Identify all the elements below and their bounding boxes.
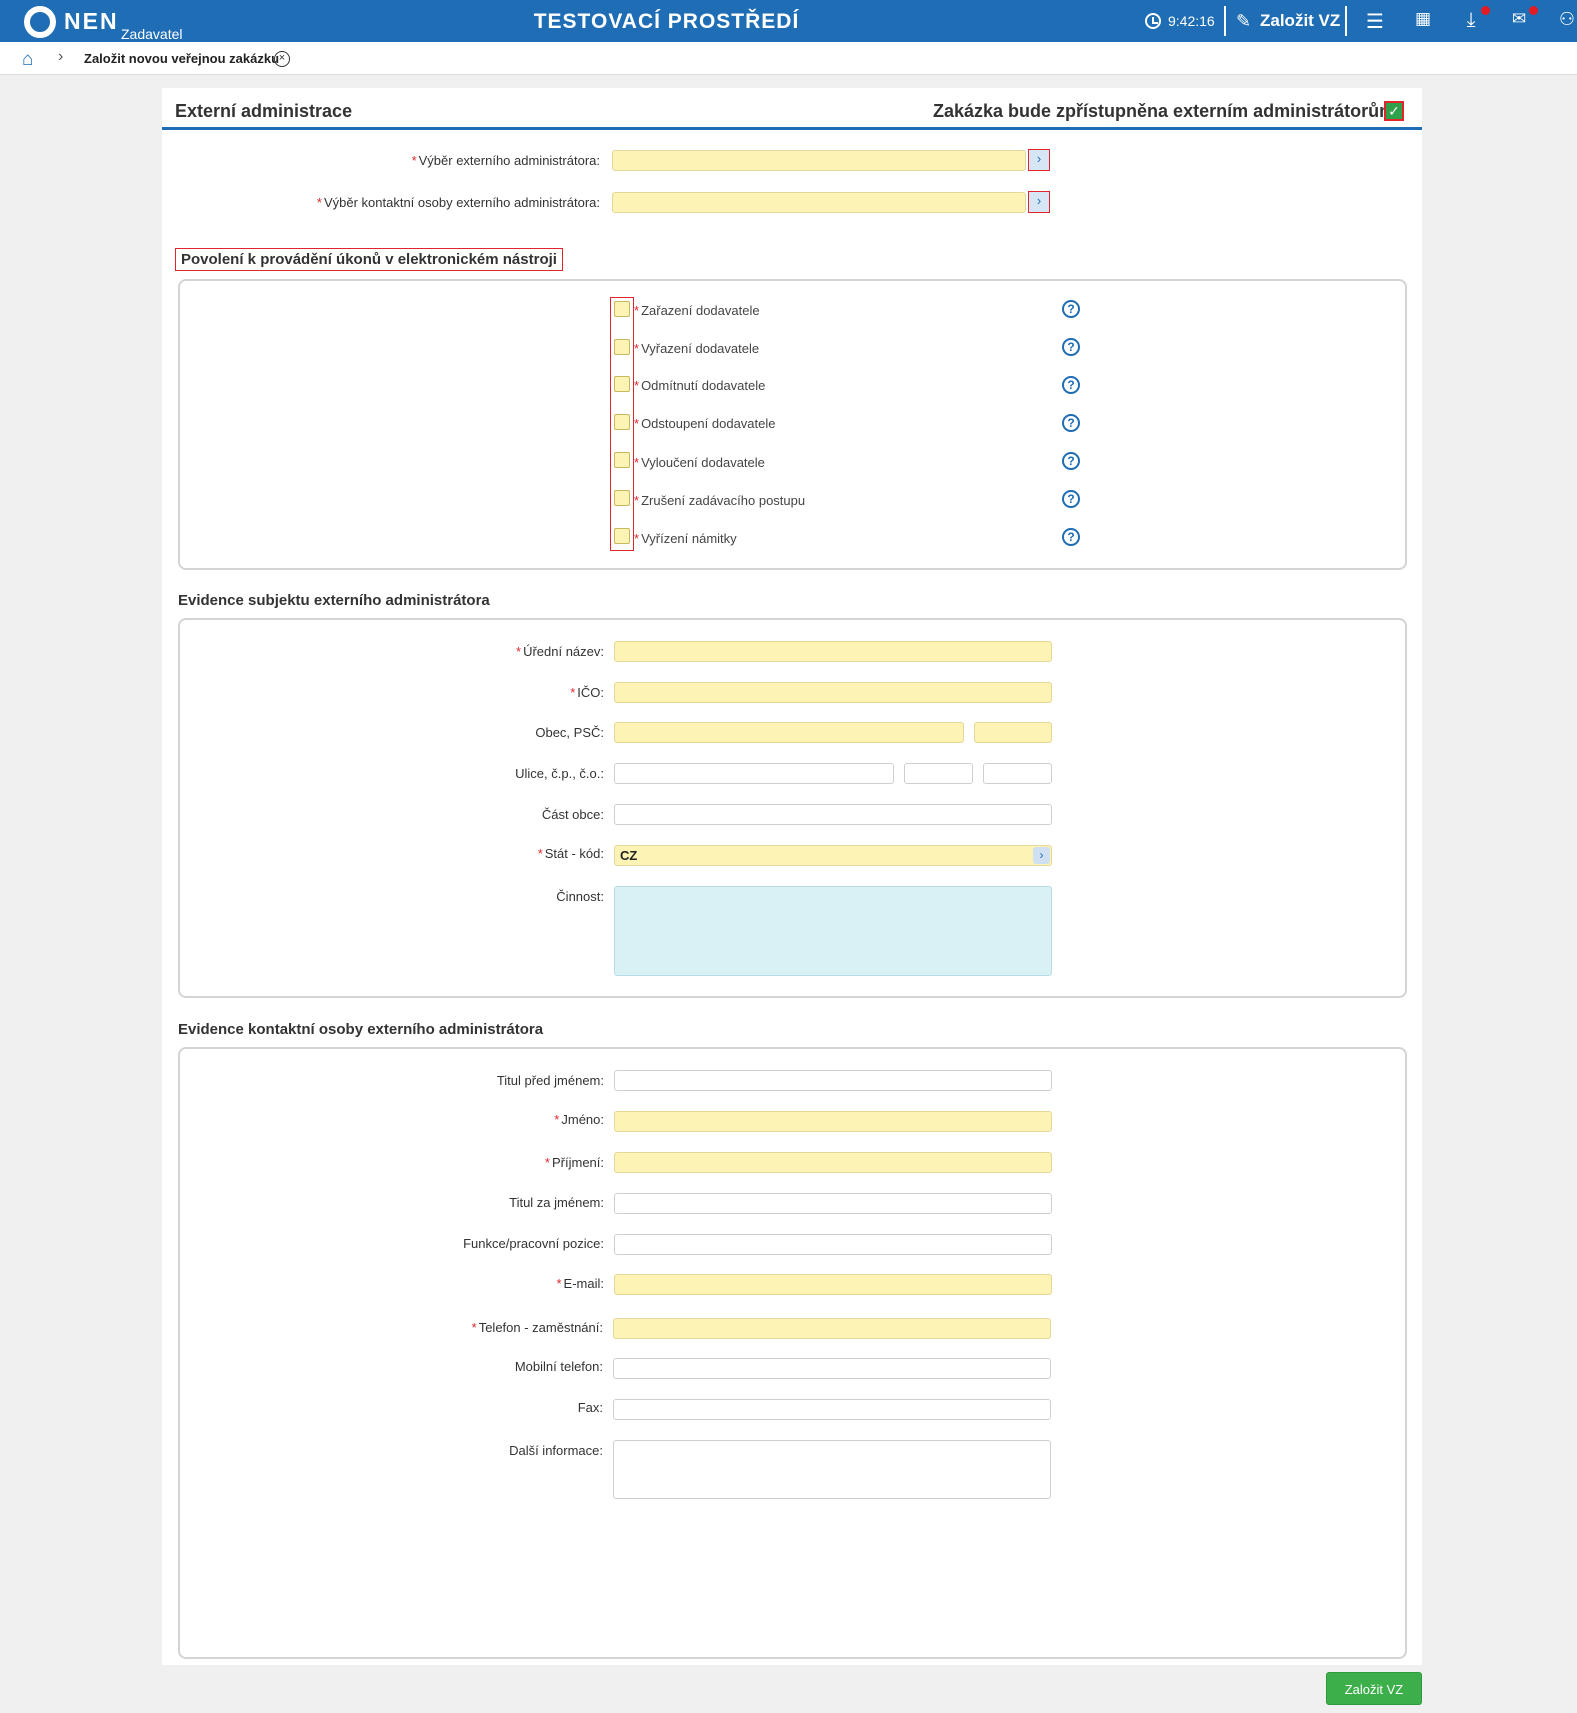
help-icon[interactable]: ? — [1062, 300, 1080, 318]
environment-title: TESTOVACÍ PROSTŘEDÍ — [533, 10, 800, 33]
official-name-label: * Úřední název: — [516, 644, 604, 659]
create-vz-submit-button[interactable]: Založit VZ — [1326, 1672, 1422, 1705]
last-name-label: * Příjmení: — [544, 1155, 604, 1170]
access-label: Zakázka bude zpřístupněna externím admin… — [933, 101, 1402, 121]
other-info-textarea[interactable] — [613, 1440, 1051, 1499]
permission-label: * Zrušení zadávacího postupu — [634, 493, 806, 508]
permission-label: * Zařazení dodavatele — [634, 303, 760, 318]
chevron-right-icon: › — [58, 48, 64, 65]
contact-box — [178, 1047, 1407, 1659]
title-before-label: Titul před jménem: — [496, 1073, 604, 1088]
create-vz-button[interactable]: Založit VZ — [1260, 11, 1340, 31]
country-value: CZ — [620, 848, 638, 863]
user-icon[interactable]: ⚇ — [1554, 9, 1577, 30]
menu-icon[interactable]: ☰ — [1362, 9, 1388, 34]
permissions-title: Povolení k provádění úkonů v elektronick… — [175, 248, 563, 271]
country-label: * Stát - kód: — [537, 846, 604, 861]
phone-work-label: * Telefon - zaměstnání: — [471, 1320, 603, 1335]
fax-input[interactable] — [613, 1399, 1051, 1420]
permission-checkbox[interactable] — [614, 528, 630, 544]
phone-work-input[interactable] — [613, 1318, 1051, 1339]
activity-label: Činnost: — [556, 889, 604, 904]
district-input[interactable] — [614, 804, 1052, 825]
district-label: Část obce: — [541, 807, 604, 822]
admin-picker-button[interactable]: › — [1028, 149, 1050, 171]
contact-select-input[interactable] — [612, 192, 1026, 213]
street-input[interactable] — [614, 763, 894, 784]
help-icon[interactable]: ? — [1062, 528, 1080, 546]
chevron-right-icon[interactable]: › — [1033, 847, 1050, 864]
last-name-input[interactable] — [614, 1152, 1052, 1173]
help-icon[interactable]: ? — [1062, 490, 1080, 508]
page-title: Externí administrace — [175, 101, 353, 121]
help-icon[interactable]: ? — [1062, 414, 1080, 432]
help-icon[interactable]: ? — [1062, 338, 1080, 356]
permission-label: * Vyloučení dodavatele — [634, 455, 765, 470]
permission-label: * Vyřízení námitky — [634, 531, 737, 546]
edit-icon[interactable]: ✎ — [1236, 11, 1251, 32]
permissions-box — [178, 279, 1407, 570]
fax-label: Fax: — [577, 1400, 603, 1415]
position-input[interactable] — [614, 1234, 1052, 1255]
contact-select-label: * Výběr kontaktní osoby externího adminis… — [316, 195, 600, 210]
calendar-icon[interactable]: ▦ — [1410, 9, 1436, 29]
permission-checkbox[interactable] — [614, 490, 630, 506]
notification-dot — [1481, 6, 1490, 15]
access-checkbox[interactable]: ✓ — [1384, 101, 1404, 121]
admin-select-label: * Výběr externího administrátora: — [411, 153, 600, 168]
download-icon[interactable]: ⤓ — [1458, 9, 1484, 32]
breadcrumb: ⌂ › Založit novou veřejnou zakázku × — [0, 42, 1577, 75]
permission-label: * Vyřazení dodavatele — [634, 341, 760, 356]
permission-checkbox[interactable] — [614, 452, 630, 468]
home-icon[interactable]: ⌂ — [22, 49, 33, 71]
admin-select-input[interactable] — [612, 150, 1026, 171]
official-name-input[interactable] — [614, 641, 1052, 662]
email-input[interactable] — [614, 1274, 1052, 1295]
position-label: Funkce/pracovní pozice: — [463, 1236, 604, 1251]
permission-checkbox[interactable] — [614, 376, 630, 392]
close-icon[interactable]: × — [274, 51, 290, 67]
breadcrumb-item[interactable]: Založit novou veřejnou zakázku — [84, 51, 279, 66]
permission-checkbox[interactable] — [614, 414, 630, 430]
title-after-input[interactable] — [614, 1193, 1052, 1214]
activity-textarea[interactable] — [614, 886, 1052, 976]
country-input[interactable] — [614, 845, 1052, 866]
permission-label: * Odstoupení dodavatele — [634, 416, 776, 431]
title-before-input[interactable] — [614, 1070, 1052, 1091]
subject-title: Evidence subjektu externího administráto… — [178, 592, 490, 609]
street-label: Ulice, č.p., č.o.: — [515, 766, 604, 781]
other-info-label: Další informace: — [509, 1443, 603, 1458]
permission-checkbox[interactable] — [614, 301, 630, 317]
first-name-label: * Jméno: — [554, 1112, 604, 1127]
city-input[interactable] — [614, 722, 964, 743]
ico-input[interactable] — [614, 682, 1052, 703]
permission-checkbox[interactable] — [614, 339, 630, 355]
mobile-input[interactable] — [613, 1358, 1051, 1379]
contact-title: Evidence kontaktní osoby externího admin… — [178, 1021, 544, 1038]
house-number-input[interactable] — [904, 763, 973, 784]
clock-icon — [1145, 13, 1161, 29]
ico-label: * IČO: — [570, 685, 604, 700]
mail-icon[interactable]: ✉ — [1506, 9, 1532, 29]
notification-dot — [1529, 6, 1538, 15]
help-icon[interactable]: ? — [1062, 376, 1080, 394]
first-name-input[interactable] — [614, 1111, 1052, 1132]
orientation-number-input[interactable] — [983, 763, 1052, 784]
divider — [1224, 6, 1226, 36]
help-icon[interactable]: ? — [1062, 452, 1080, 470]
email-label: * E-mail: — [556, 1276, 604, 1291]
city-zip-label: Obec, PSČ: — [535, 725, 604, 740]
contact-picker-button[interactable]: › — [1028, 191, 1050, 213]
mobile-label: Mobilní telefon: — [514, 1359, 603, 1374]
permission-label: * Odmítnutí dodavatele — [634, 378, 766, 393]
zip-input[interactable] — [974, 722, 1052, 743]
title-after-label: Titul za jménem: — [509, 1195, 604, 1210]
top-bar: NEN Zadavatel TESTOVACÍ PROSTŘEDÍ 9:42:1… — [0, 0, 1577, 42]
session-time: 9:42:16 — [1168, 13, 1215, 29]
divider — [1345, 6, 1347, 36]
